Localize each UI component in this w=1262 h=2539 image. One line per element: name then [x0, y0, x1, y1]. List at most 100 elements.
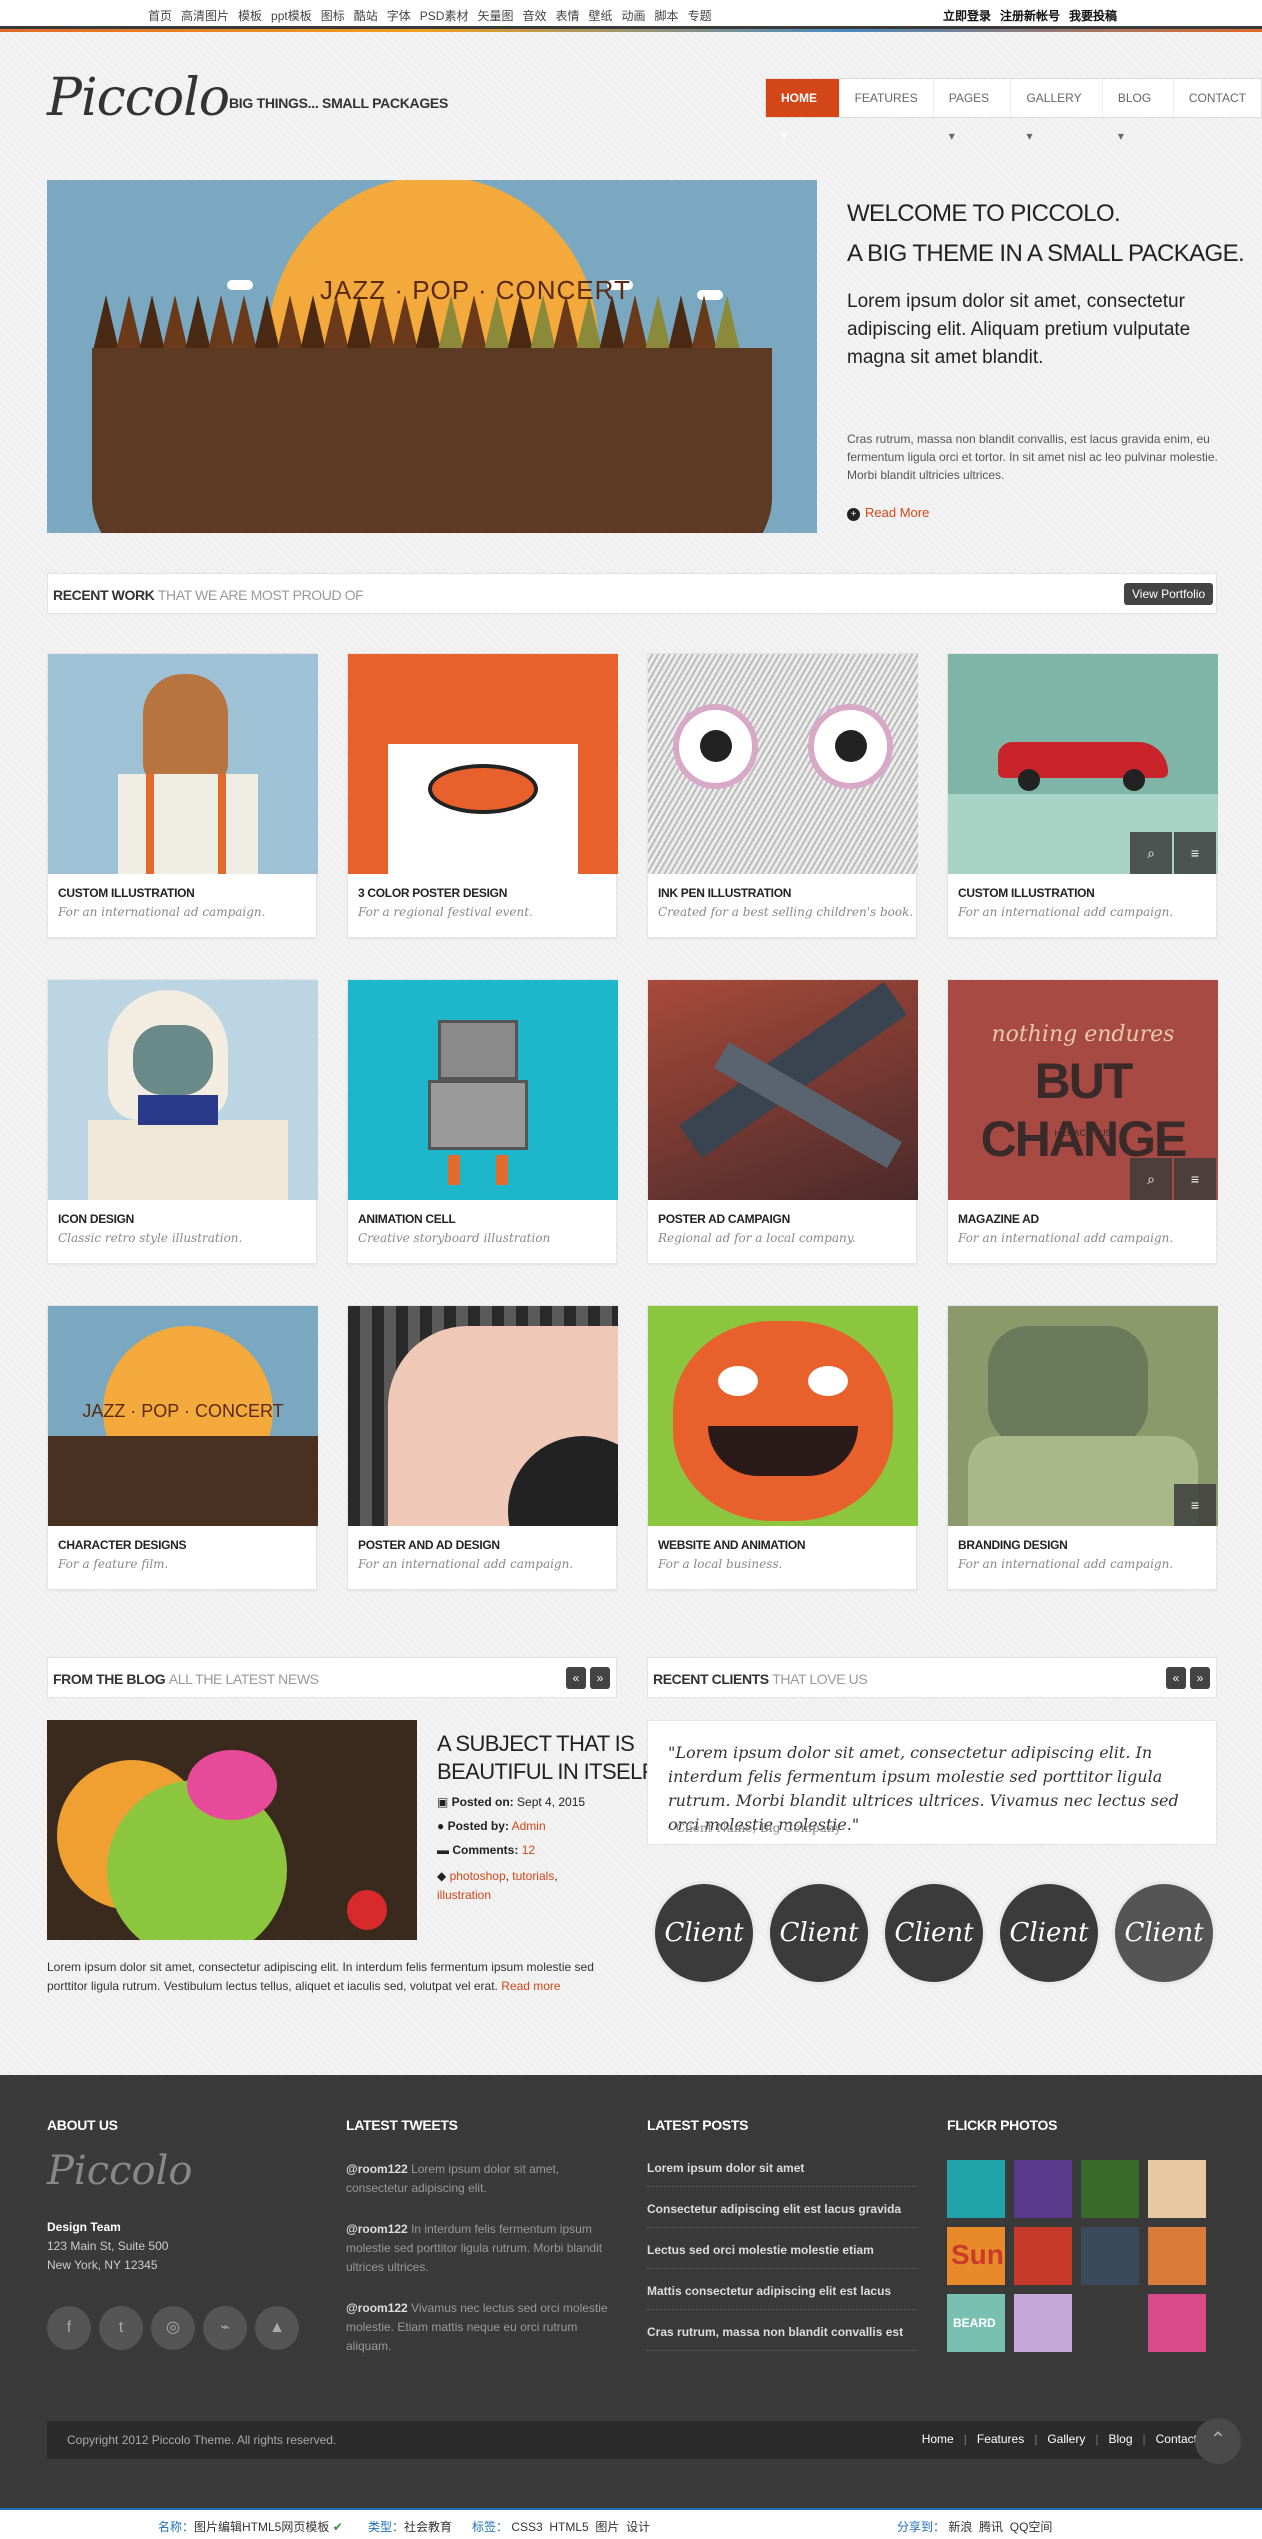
top-link[interactable]: 表情 [556, 7, 580, 24]
post-tags: ◆ photoshop, tutorials, illustration [437, 1869, 558, 1902]
portfolio-card[interactable]: 3 COLOR POSTER DESIGN For a regional fes… [347, 653, 618, 938]
view-portfolio-button[interactable]: View Portfolio [1124, 583, 1214, 605]
flickr-photo[interactable] [1081, 2160, 1139, 2218]
top-link[interactable]: 高清图片 [181, 7, 229, 24]
portfolio-card[interactable]: ≡ BRANDING DESIGN For an international a… [947, 1305, 1218, 1590]
portfolio-card[interactable]: POSTER AND AD DESIGN For an internationa… [347, 1305, 618, 1590]
footer-link-contact[interactable]: Contact [1156, 2432, 1197, 2446]
top-link[interactable]: 动画 [622, 7, 646, 24]
top-link[interactable]: 矢量图 [477, 7, 513, 24]
portfolio-card[interactable]: ANIMATION CELL Creative storyboard illus… [347, 979, 618, 1264]
portfolio-card[interactable]: nothing endures BUT CHANGE HERACLITUS ⌕ … [947, 979, 1218, 1264]
footer-link-blog[interactable]: Blog [1108, 2432, 1132, 2446]
register-link[interactable]: 注册新帐号 [1000, 7, 1060, 24]
flickr-photo[interactable] [1148, 2294, 1206, 2352]
flickr-photo[interactable] [1081, 2294, 1139, 2352]
triangle-icon[interactable]: ▲ [255, 2306, 299, 2350]
latest-post-link[interactable]: Lectus sed orci molestie molestie etiam [647, 2243, 917, 2269]
client-logo[interactable]: Client [655, 1884, 753, 1982]
portfolio-card[interactable]: ⌕ ≡ CUSTOM ILLUSTRATION For an internati… [947, 653, 1218, 938]
client-logo[interactable]: Client [1000, 1884, 1098, 1982]
prev-arrow-icon[interactable]: « [566, 1667, 586, 1689]
site-logo[interactable]: Piccolo [47, 68, 230, 128]
footer-link-home[interactable]: Home [922, 2432, 954, 2446]
next-arrow-icon[interactable]: » [590, 1667, 610, 1689]
nav-blog[interactable]: BLOG ▾ [1103, 79, 1174, 143]
list-icon[interactable]: ≡ [1174, 1158, 1216, 1200]
portfolio-card[interactable]: WEBSITE AND ANIMATION For a local busine… [647, 1305, 918, 1590]
portfolio-card[interactable]: POSTER AD CAMPAIGN Regional ad for a loc… [647, 979, 918, 1264]
tag-link[interactable]: photoshop [450, 1869, 506, 1883]
top-link[interactable]: 图标 [321, 7, 345, 24]
search-icon[interactable]: ⌕ [1130, 1158, 1172, 1200]
latest-post-link[interactable]: Consectetur adipiscing elit est lacus gr… [647, 2202, 917, 2228]
author-link[interactable]: Admin [512, 1819, 546, 1833]
welcome-lead: Lorem ipsum dolor sit amet, consectetur … [847, 291, 1191, 368]
comments-link[interactable]: 12 [522, 1843, 535, 1857]
top-link[interactable]: 字体 [387, 7, 411, 24]
latest-post-link[interactable]: Cras rutrum, massa non blandit convallis… [647, 2325, 917, 2351]
flickr-photo[interactable]: Sun [947, 2227, 1005, 2285]
dribbble-icon[interactable]: ◎ [151, 2306, 195, 2350]
flickr-photo[interactable] [1014, 2294, 1072, 2352]
tag-link[interactable]: illustration [437, 1888, 491, 1902]
card-subtitle: For an international add campaign. [358, 1557, 574, 1571]
top-link[interactable]: 专题 [688, 7, 712, 24]
prev-arrow-icon[interactable]: « [1166, 1667, 1186, 1689]
share-weibo[interactable]: 新浪 [948, 2520, 972, 2534]
submit-link[interactable]: 我要投稿 [1069, 7, 1117, 24]
client-logo[interactable]: Client [885, 1884, 983, 1982]
client-logo[interactable]: Client [1115, 1884, 1213, 1982]
list-icon[interactable]: ≡ [1174, 832, 1216, 874]
rss-icon[interactable]: ⌁ [203, 2306, 247, 2350]
footer-nav: Home | Features | Gallery | Blog | Contact [921, 2432, 1197, 2446]
top-link[interactable]: PSD素材 [420, 7, 469, 24]
flickr-photo[interactable]: BEARD [947, 2294, 1005, 2352]
nav-gallery[interactable]: GALLERY ▾ [1011, 79, 1103, 143]
search-icon[interactable]: ⌕ [1130, 832, 1172, 874]
nav-features[interactable]: FEATURES [840, 79, 934, 117]
top-link[interactable]: ppt模板 [271, 7, 312, 24]
flickr-photo[interactable] [1081, 2227, 1139, 2285]
top-site-bar: 首页 高清图片 模板 ppt模板 图标 酷站 字体 PSD素材 矢量图 音效 表情 壁纸 动画 脚本 专题 … [0, 0, 1262, 32]
flickr-photo[interactable] [1148, 2227, 1206, 2285]
tag-link[interactable]: tutorials [512, 1869, 554, 1883]
top-link[interactable]: 壁纸 [589, 7, 613, 24]
footer-link-features[interactable]: Features [977, 2432, 1024, 2446]
portfolio-card[interactable]: INK PEN ILLUSTRATION Created for a best … [647, 653, 918, 938]
portfolio-image [348, 654, 618, 874]
flickr-photo[interactable] [1014, 2160, 1072, 2218]
top-link[interactable]: 脚本 [655, 7, 679, 24]
login-link[interactable]: 立即登录 [943, 7, 991, 24]
facebook-icon[interactable]: f [47, 2306, 91, 2350]
latest-post-link[interactable]: Mattis consectetur adipiscing elit est l… [647, 2284, 917, 2310]
portfolio-card[interactable]: CUSTOM ILLUSTRATION For an international… [47, 653, 318, 938]
portfolio-image [648, 1306, 918, 1526]
nav-contact[interactable]: CONTACT [1174, 79, 1261, 117]
share-qzone[interactable]: QQ空间 [1010, 2520, 1053, 2534]
footer-posts-title: LATEST POSTS [647, 2117, 749, 2133]
list-icon[interactable]: ≡ [1174, 1484, 1216, 1526]
read-more-link[interactable]: + Read More [847, 505, 929, 521]
top-link[interactable]: 模板 [238, 7, 262, 24]
top-link[interactable]: 酷站 [354, 7, 378, 24]
share-tencent[interactable]: 腾讯 [979, 2520, 1003, 2534]
twitter-icon[interactable]: t [99, 2306, 143, 2350]
blog-post-title[interactable]: A SUBJECT THAT IS BEAUTIFUL IN ITSELF [437, 1730, 655, 1786]
portfolio-card[interactable]: JAZZ · POP · CONCERT CHARACTER DESIGNS F… [47, 1305, 318, 1590]
portfolio-card[interactable]: ICON DESIGN Classic retro style illustra… [47, 979, 318, 1264]
flickr-photo[interactable] [1014, 2227, 1072, 2285]
blog-read-more-link[interactable]: Read more [501, 1979, 560, 1993]
footer-link-gallery[interactable]: Gallery [1047, 2432, 1085, 2446]
latest-post-link[interactable]: Lorem ipsum dolor sit amet [647, 2161, 917, 2187]
nav-pages[interactable]: PAGES ▾ [934, 79, 1012, 143]
top-link[interactable]: 音效 [522, 7, 546, 24]
top-link[interactable]: 首页 [148, 7, 172, 24]
flickr-photo[interactable] [947, 2160, 1005, 2218]
back-to-top-icon[interactable]: ⌃ [1195, 2418, 1241, 2464]
nav-home[interactable]: HOME ▾ [766, 79, 840, 143]
client-logo[interactable]: Client [770, 1884, 868, 1982]
blog-post-image[interactable] [47, 1720, 417, 1940]
next-arrow-icon[interactable]: » [1190, 1667, 1210, 1689]
flickr-photo[interactable] [1148, 2160, 1206, 2218]
